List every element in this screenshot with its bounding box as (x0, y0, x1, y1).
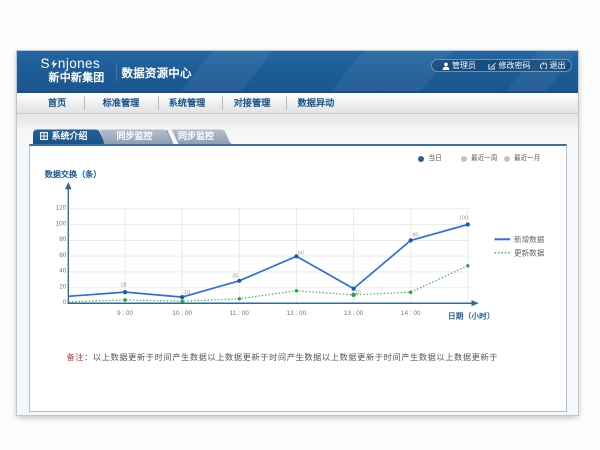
svg-text:9 : 00: 9 : 00 (117, 310, 133, 317)
svg-text:40: 40 (59, 268, 67, 275)
svg-text:13 : 00: 13 : 00 (344, 310, 364, 317)
svg-text:60: 60 (59, 252, 67, 259)
svg-text:0: 0 (63, 299, 67, 306)
svg-text:10 : 00: 10 : 00 (172, 310, 192, 317)
svg-text:100: 100 (459, 216, 468, 222)
svg-text:60: 60 (298, 251, 304, 257)
svg-text:20: 20 (59, 283, 67, 290)
svg-text:80: 80 (59, 236, 67, 243)
svg-text:80: 80 (413, 232, 419, 238)
svg-text:120: 120 (56, 205, 67, 212)
svg-text:10: 10 (355, 290, 361, 296)
svg-text:日期（小时）: 日期（小时） (448, 311, 495, 321)
svg-text:10: 10 (184, 290, 190, 296)
svg-text:18: 18 (120, 283, 126, 289)
svg-text:100: 100 (56, 220, 67, 227)
svg-text:11 : 00: 11 : 00 (230, 310, 250, 317)
svg-text:更新数据: 更新数据 (514, 248, 545, 258)
svg-text:新增数据: 新增数据 (514, 234, 545, 244)
svg-text:数据交换（条）: 数据交换（条） (45, 169, 102, 179)
svg-text:35: 35 (232, 273, 238, 279)
svg-text:14 : 00: 14 : 00 (401, 310, 421, 317)
svg-text:12 : 00: 12 : 00 (287, 310, 307, 317)
